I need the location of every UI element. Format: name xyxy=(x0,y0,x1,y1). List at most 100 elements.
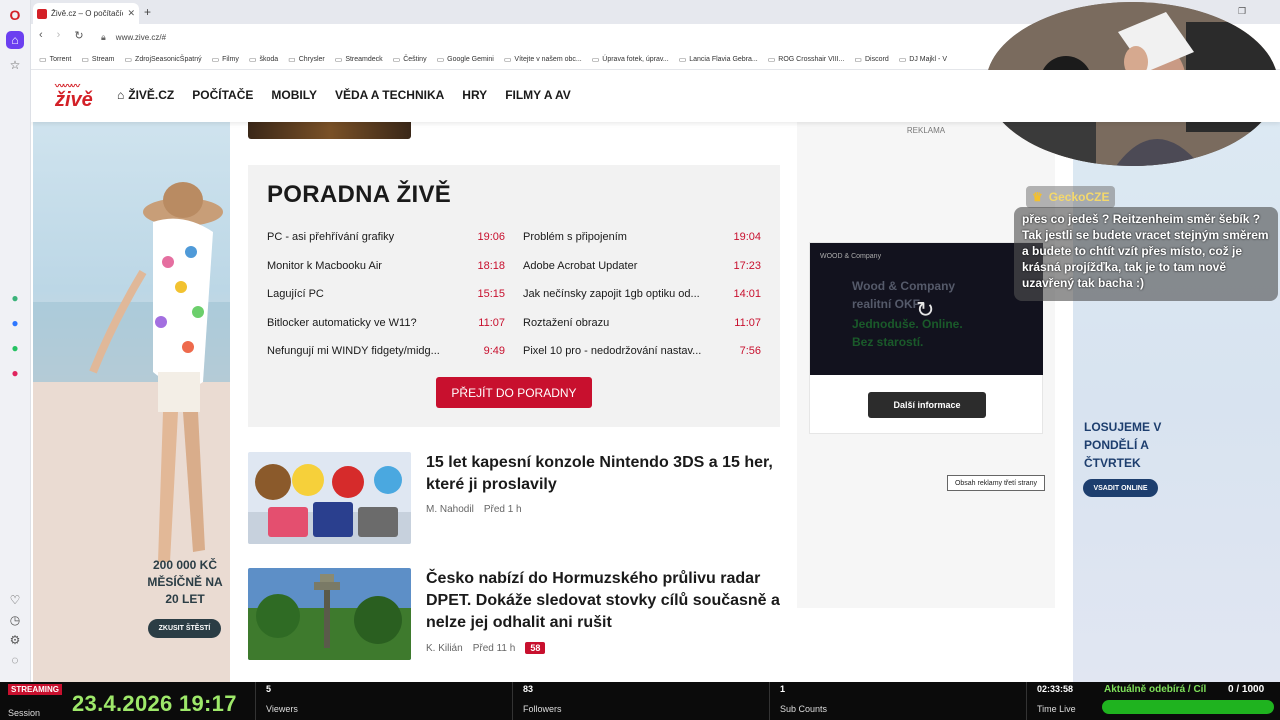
star-icon[interactable]: ☆ xyxy=(6,56,24,74)
poradna-title: PORADNA ŽIVĚ xyxy=(267,181,452,208)
stream-datetime: 23.4.2026 19:17 xyxy=(72,691,237,716)
bookmark-item[interactable]: ▭ Lancia Flavia Gebra... xyxy=(679,55,758,64)
bookmark-item[interactable]: ▭ Stream xyxy=(81,55,114,64)
restore-window-icon[interactable]: ❐ xyxy=(1238,6,1246,17)
chat-message: přes co jedeš ? Reitzenheim směr šebík ?… xyxy=(1014,207,1278,301)
nav-item-zive[interactable]: ⌂ ŽIVĚ.CZ xyxy=(117,88,174,102)
poradna-question[interactable]: Monitor k Macbooku Air 18:18 xyxy=(267,260,505,272)
viewers-stat: 5 Viewers xyxy=(255,682,512,720)
article-meta: K. Kilián Před 11 h 58 xyxy=(426,642,546,654)
bookmark-item[interactable]: ▭ Chrysler xyxy=(288,55,325,64)
bookmark-item[interactable]: ▭ ROG Crosshair VIII... xyxy=(768,55,845,64)
folder-icon: ▭ xyxy=(854,55,862,64)
bookmark-item[interactable]: ▭ Torrent xyxy=(39,55,71,64)
opera-logo-icon[interactable]: O xyxy=(6,6,24,24)
article-item[interactable]: Česko nabízí do Hormuzského průlivu rada… xyxy=(248,568,780,660)
nav-item-filmy[interactable]: FILMY A AV xyxy=(505,88,571,102)
comments-badge[interactable]: 58 xyxy=(525,642,546,654)
messenger-icon[interactable]: ● xyxy=(6,314,24,332)
poradna-question[interactable]: Lagující PC 15:15 xyxy=(267,288,505,300)
right-ad-button[interactable]: VSADIT ONLINE xyxy=(1083,479,1158,497)
previous-article-thumbnail[interactable] xyxy=(248,122,411,139)
site-header: 〰〰〰 živě ⌂ ŽIVĚ.CZ POČÍTAČE MOBILY VĚDA A… xyxy=(31,70,1280,122)
poradna-question[interactable]: Jak nečínsky zapojit 1gb optiku od... 14:… xyxy=(523,288,761,300)
folder-icon: ▭ xyxy=(124,55,133,64)
nav-item-pocitace[interactable]: POČÍTAČE xyxy=(192,88,253,102)
ad-more-info-button[interactable]: Další informace xyxy=(868,392,986,418)
poradna-box: PORADNA ŽIVĚ PC - asi přehřívání grafiky… xyxy=(248,165,780,427)
whatsapp-icon[interactable]: ● xyxy=(6,339,24,357)
poradna-question[interactable]: Roztažení obrazu 11:07 xyxy=(523,317,761,329)
left-ad-button[interactable]: ZKUSIT ŠTĚSTÍ xyxy=(148,619,221,638)
folder-icon: ▭ xyxy=(39,55,47,64)
forward-icon[interactable]: › xyxy=(57,29,61,42)
article-thumbnail[interactable] xyxy=(248,452,411,544)
right-ad-text: LOSUJEME V PONDĚLÍ A ČTVRTEK xyxy=(1084,420,1162,470)
browser-sidebar: O ⌂ ☆ ● ● ● ● ♡ ◷ ⚙ ◌ xyxy=(0,0,31,682)
main-content: PORADNA ŽIVĚ PC - asi přehřívání grafiky… xyxy=(248,122,780,682)
bookmark-item[interactable]: ▭ škoda xyxy=(249,55,278,64)
poradna-button[interactable]: PŘEJÍT DO PORADNY xyxy=(436,377,592,408)
folder-icon: ▭ xyxy=(767,55,776,64)
poradna-question[interactable]: Pixel 10 pro - nedodržování nastav... 7:5… xyxy=(523,345,761,357)
article-item[interactable]: 15 let kapesní konzole Nintendo 3DS a 15… xyxy=(248,452,780,544)
heart-icon[interactable]: ♡ xyxy=(6,591,24,609)
nav-item-mobily[interactable]: MOBILY xyxy=(271,88,317,102)
bookmark-item[interactable]: ▭ Discord xyxy=(854,55,888,64)
bookmark-item[interactable]: ▭ Vítejte v našem obc... xyxy=(504,55,582,64)
folder-icon: ▭ xyxy=(898,55,907,64)
tab-active[interactable]: Živě.cz – O počítačích, inte ✕ xyxy=(33,3,139,24)
folder-icon: ▭ xyxy=(334,55,343,64)
goal-progress-bar xyxy=(1102,700,1274,714)
bookmark-item[interactable]: ▭ Češtiny xyxy=(393,55,427,64)
left-ad-banner[interactable]: 200 000 KČ MĚSÍČNĚ NA 20 LET ZKUSIT ŠTĚS… xyxy=(33,122,230,682)
followers-stat: 83 Followers xyxy=(512,682,769,720)
chatgpt-icon[interactable]: ● xyxy=(6,289,24,307)
poradna-question[interactable]: Bitlocker automaticky ve W11? 11:07 xyxy=(267,317,505,329)
bookmark-item[interactable]: ▭ Filmy xyxy=(212,55,239,64)
ad-tooltip: Obsah reklamy třetí strany xyxy=(947,475,1045,491)
bookmark-item[interactable]: ▭ Úprava fotek, úprav... xyxy=(592,55,669,64)
article-title[interactable]: Česko nabízí do Hormuzského průlivu rada… xyxy=(426,568,780,634)
history-icon[interactable]: ◷ xyxy=(6,611,24,629)
bookmark-item[interactable]: ▭ Google Gemini xyxy=(437,55,494,64)
poradna-question[interactable]: Nefungují mi WINDY fidgety/midg... 9:49 xyxy=(267,345,505,357)
nav-item-hry[interactable]: HRY xyxy=(462,88,487,102)
bulb-icon[interactable]: ◌ xyxy=(6,651,24,669)
article-thumbnail[interactable] xyxy=(248,568,411,660)
folder-icon: ▭ xyxy=(392,55,401,64)
ad-video[interactable]: WOOD & Company Wood & Company realitní O… xyxy=(810,243,1043,375)
settings-icon[interactable]: ⚙ xyxy=(6,631,24,649)
nav-item-veda[interactable]: VĚDA A TECHNIKA xyxy=(335,88,444,102)
ad-line: realitní OKF xyxy=(852,297,921,311)
article-author[interactable]: K. Kilián xyxy=(426,643,463,654)
bookmark-item[interactable]: ▭ DJ Majkl - V xyxy=(899,55,947,64)
replay-icon[interactable]: ↻ xyxy=(916,297,934,323)
new-tab-icon[interactable]: + xyxy=(144,5,151,19)
ad-card[interactable]: WOOD & Company Wood & Company realitní O… xyxy=(809,242,1043,434)
house-icon: ⌂ xyxy=(117,88,125,102)
session-label: Session xyxy=(8,708,41,718)
crown-icon: ♛ xyxy=(1032,190,1043,204)
address-bar[interactable]: 🔒︎ www.zive.cz/# xyxy=(101,28,1001,46)
ad-line: Bez starostí. xyxy=(852,335,924,349)
goal-count: 0 / 1000 xyxy=(1228,684,1265,695)
article-title[interactable]: 15 let kapesní konzole Nintendo 3DS a 15… xyxy=(426,452,780,496)
bookmark-item[interactable]: ▭ Streamdeck xyxy=(335,55,383,64)
reload-icon[interactable]: ↻ xyxy=(74,29,83,42)
poradna-question[interactable]: PC - asi přehřívání grafiky 19:06 xyxy=(267,231,505,243)
zive-logo[interactable]: 〰〰〰 živě xyxy=(55,82,101,111)
home-icon[interactable]: ⌂ xyxy=(6,31,24,49)
chat-username: ♛ GeckoCZE xyxy=(1026,186,1116,208)
poradna-question[interactable]: Problém s připojením 19:04 xyxy=(523,231,761,243)
close-tab-icon[interactable]: ✕ xyxy=(127,8,135,19)
zive-favicon-icon xyxy=(37,8,47,19)
folder-icon: ▭ xyxy=(248,55,257,64)
ad-brand: WOOD & Company xyxy=(820,253,882,260)
bookmark-item[interactable]: ▭ ZdrojSeasonicŠpatný xyxy=(124,55,201,64)
music-icon[interactable]: ● xyxy=(6,364,24,382)
poradna-question[interactable]: Adobe Acrobat Updater 17:23 xyxy=(523,260,761,272)
back-icon[interactable]: ‹ xyxy=(39,29,43,42)
article-author[interactable]: M. Nahodil xyxy=(426,504,474,515)
article-time: Před 1 h xyxy=(483,504,522,515)
